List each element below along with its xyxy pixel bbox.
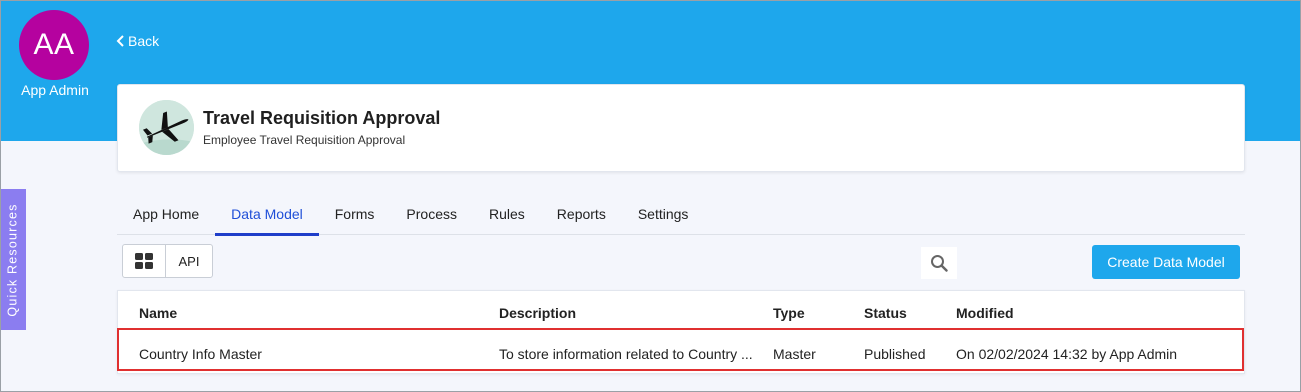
quick-resources-label: Quick Resources	[6, 202, 20, 317]
back-link[interactable]: Back	[116, 33, 159, 49]
api-button[interactable]: API	[166, 245, 212, 277]
airplane-icon	[139, 100, 194, 155]
tab-rules[interactable]: Rules	[473, 192, 541, 235]
chevron-left-icon	[116, 35, 124, 47]
view-toggle-group: API	[122, 244, 213, 278]
tab-app-home[interactable]: App Home	[117, 192, 215, 235]
cell-status: Published	[864, 346, 926, 362]
tab-process[interactable]: Process	[390, 192, 473, 235]
cell-modified: On 02/02/2024 14:32 by App Admin	[956, 346, 1178, 362]
column-header-modified[interactable]: Modified	[956, 305, 1014, 321]
cell-name[interactable]: Country Info Master	[139, 346, 262, 362]
column-header-status[interactable]: Status	[864, 305, 907, 321]
app-subtitle: Employee Travel Requisition Approval	[203, 133, 406, 147]
app-title: Travel Requisition Approval	[203, 108, 441, 128]
cell-type: Master	[773, 346, 816, 362]
tab-reports[interactable]: Reports	[541, 192, 622, 235]
grid-view-button[interactable]	[123, 245, 166, 277]
app-tabs: App Home Data Model Forms Process Rules …	[117, 192, 1245, 236]
column-header-description[interactable]: Description	[499, 305, 576, 321]
user-name: App Admin	[21, 82, 89, 98]
search-icon	[931, 255, 948, 272]
create-data-model-button[interactable]: Create Data Model	[1092, 245, 1240, 279]
search-button[interactable]	[921, 247, 957, 279]
back-label: Back	[128, 33, 160, 49]
tab-forms[interactable]: Forms	[319, 192, 391, 235]
data-model-table: Name Description Type Status Modified Co…	[117, 290, 1245, 374]
column-header-type[interactable]: Type	[773, 305, 805, 321]
cell-description: To store information related to Country …	[499, 346, 753, 362]
column-header-name[interactable]: Name	[139, 305, 177, 321]
tab-data-model[interactable]: Data Model	[215, 192, 319, 236]
quick-resources-tab[interactable]: Quick Resources	[0, 189, 26, 330]
grid-view-icon	[135, 253, 153, 269]
tab-settings[interactable]: Settings	[622, 192, 705, 235]
avatar[interactable]: AA	[19, 10, 89, 80]
app-header-card: Travel Requisition Approval Employee Tra…	[117, 84, 1245, 172]
